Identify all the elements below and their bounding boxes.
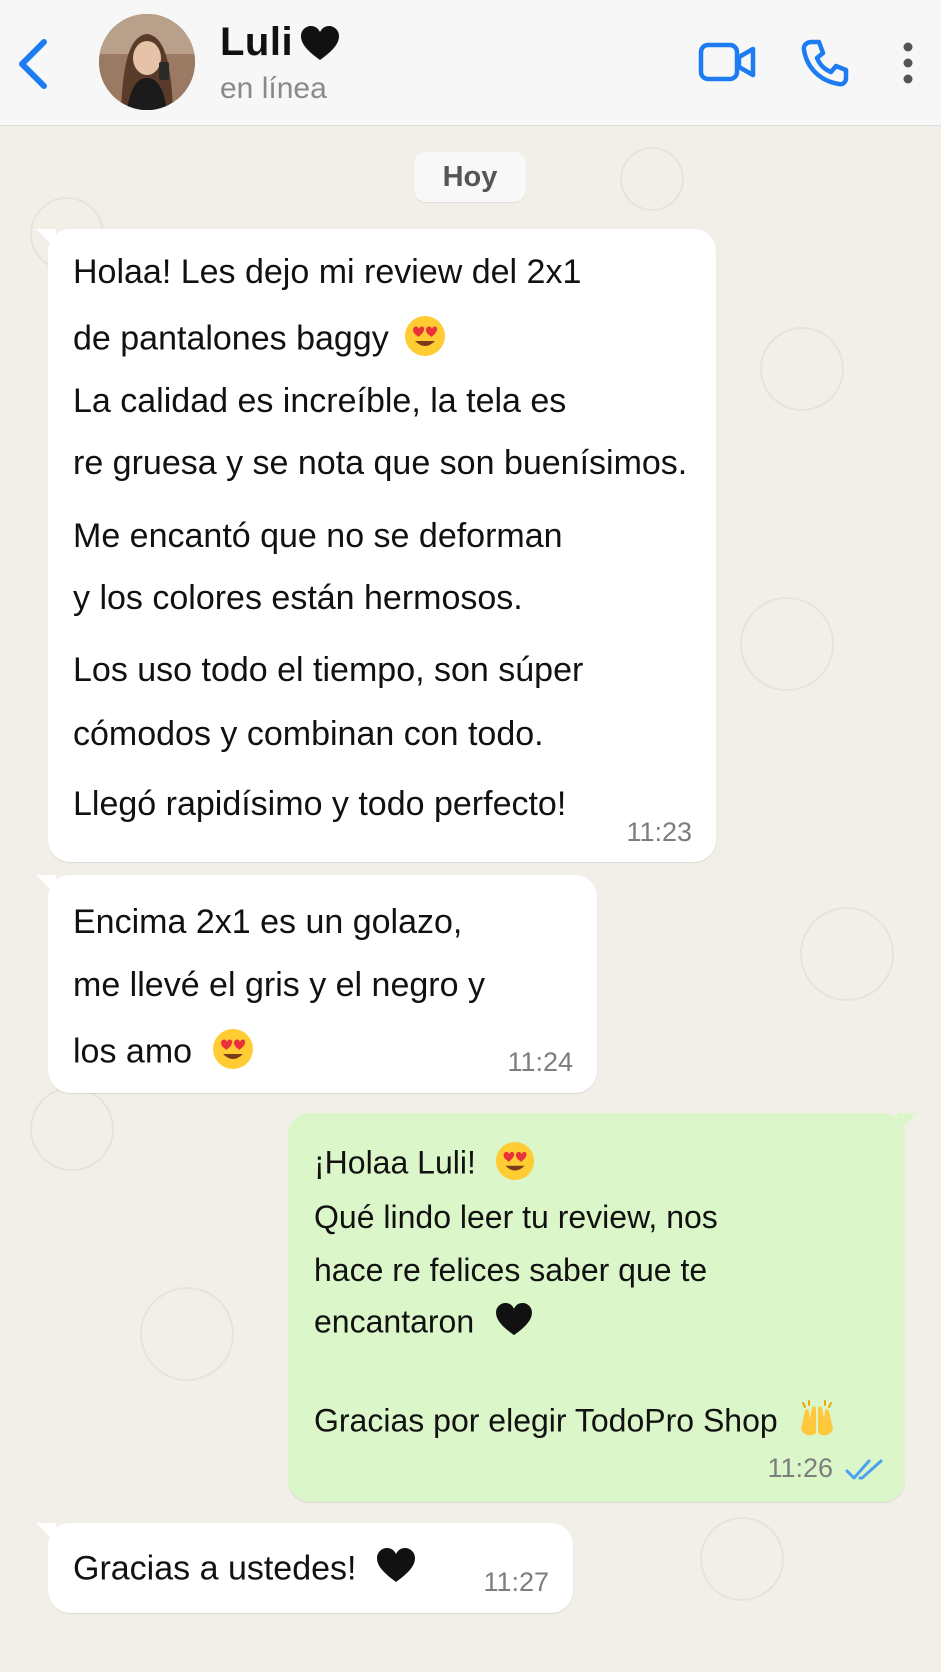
- message-line: y los colores están hermosos.: [73, 579, 523, 617]
- message-line: hace re felices saber que te: [314, 1252, 708, 1288]
- back-chevron-icon: [19, 39, 47, 89]
- video-call-button[interactable]: [698, 40, 756, 86]
- video-call-icon: [698, 42, 756, 82]
- message-line: La calidad es increíble, la tela es: [73, 382, 567, 420]
- date-chip: Hoy: [414, 152, 526, 202]
- double-check-icon: [845, 1459, 883, 1480]
- message-line: los amo: [73, 1028, 254, 1079]
- message-line-text: encantaron: [314, 1303, 475, 1340]
- background-doodle: [620, 147, 684, 211]
- incoming-message[interactable]: Holaa! Les dejo mi review del 2x1 de pan…: [36, 229, 716, 862]
- avatar-photo: [99, 14, 195, 110]
- back-button[interactable]: [14, 36, 54, 92]
- message-line-text: Gracias por elegir TodoPro Shop: [314, 1402, 778, 1439]
- message-line: re gruesa y se nota que son buenísimos.: [73, 444, 688, 482]
- background-doodle: [800, 907, 894, 1001]
- contact-name[interactable]: Luli: [220, 20, 293, 65]
- heart-eyes-emoji: [495, 1141, 535, 1189]
- message-line: Los uso todo el tiempo, son súper: [73, 651, 584, 689]
- message-timestamp: 11:24: [507, 1047, 573, 1077]
- background-doodle: [140, 1287, 234, 1381]
- message-line: de pantalones baggy: [73, 315, 446, 366]
- message-line-text: los amo: [73, 1032, 193, 1071]
- more-vertical-icon: [903, 42, 913, 84]
- message-timestamp: 11:27: [483, 1567, 549, 1597]
- heart-eyes-emoji: [212, 1028, 254, 1079]
- message-line: me llevé el gris y el negro y: [73, 966, 485, 1004]
- message-line: Gracias por elegir TodoPro Shop: [314, 1399, 837, 1447]
- raised-hands-emoji: [797, 1399, 837, 1447]
- chat-header: Luli en línea: [0, 0, 941, 126]
- contact-status: en línea: [220, 72, 327, 105]
- outgoing-message[interactable]: ¡Holaa Luli! Qué lindo leer tu review, n…: [288, 1113, 917, 1502]
- message-line: Gracias a ustedes!: [73, 1548, 416, 1593]
- message-line: Llegó rapidísimo y todo perfecto!: [73, 785, 567, 823]
- message-timestamp: 11:23: [626, 817, 692, 847]
- message-line: encantaron: [314, 1303, 533, 1345]
- black-heart-emoji: [495, 1303, 533, 1345]
- background-doodle: [700, 1517, 784, 1601]
- black-heart-emoji: [376, 1548, 416, 1593]
- message-line-text: de pantalones baggy: [73, 319, 389, 358]
- black-heart-emoji: [300, 26, 340, 67]
- message-line: Holaa! Les dejo mi review del 2x1: [73, 253, 582, 291]
- message-line: Encima 2x1 es un golazo,: [73, 903, 463, 941]
- voice-call-button[interactable]: [800, 38, 850, 88]
- phone-icon: [801, 39, 849, 87]
- background-doodle: [740, 597, 834, 691]
- background-doodle: [760, 327, 844, 411]
- message-line-text: Gracias a ustedes!: [73, 1549, 357, 1588]
- message-timestamp: 11:26: [767, 1453, 833, 1483]
- message-line: cómodos y combinan con todo.: [73, 715, 544, 753]
- avatar[interactable]: [99, 14, 195, 110]
- message-line: ¡Holaa Luli!: [314, 1141, 535, 1189]
- message-line: Me encantó que no se deforman: [73, 517, 563, 555]
- background-doodle: [30, 1087, 114, 1171]
- more-options-button[interactable]: [896, 40, 920, 86]
- message-line-text: ¡Holaa Luli!: [314, 1144, 476, 1181]
- message-line: Qué lindo leer tu review, nos: [314, 1199, 718, 1235]
- heart-eyes-emoji: [404, 315, 446, 366]
- incoming-message[interactable]: Gracias a ustedes! 11:27: [36, 1523, 573, 1613]
- incoming-message[interactable]: Encima 2x1 es un golazo, me llevé el gri…: [36, 875, 597, 1093]
